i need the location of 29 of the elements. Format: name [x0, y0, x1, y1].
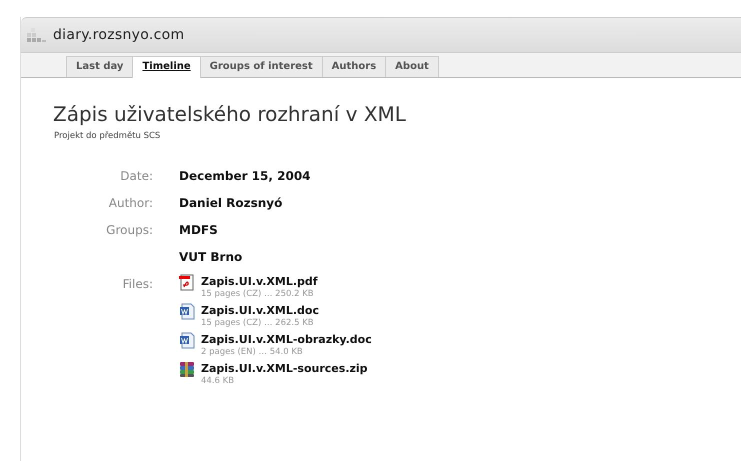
nav-tab[interactable]: Authors [322, 56, 386, 77]
field-value: Daniel Rozsnyó [179, 194, 284, 212]
nav-tab[interactable]: Timeline [132, 56, 201, 78]
file-link[interactable]: Zapis.UI.v.XML-sources.zip [201, 360, 368, 376]
site-title[interactable]: diary.rozsnyo.com [53, 24, 184, 46]
document-icon [179, 302, 195, 320]
field-value: December 15, 2004 [179, 168, 312, 185]
field-label: Author: [108, 194, 153, 212]
nav-tab[interactable]: About [385, 56, 439, 77]
field-label: Date: [119, 168, 153, 185]
article-subtitle: Projekt do předmětu SCS [54, 130, 162, 143]
field-value: VUT Brno [179, 248, 244, 266]
document-icon [179, 332, 195, 349]
nav-tab[interactable]: Groups of interest [200, 56, 323, 77]
file-info: 2 pages (EN) … 54.0 KB [201, 346, 304, 358]
file-link[interactable]: Zapis.UI.v.XML-obrazky.doc [201, 332, 372, 347]
file-info: 44.6 KB [201, 376, 236, 387]
file-link[interactable]: Zapis.UI.v.XML.doc [201, 302, 319, 318]
file-link[interactable]: Zapis.UI.v.XML.pdf [201, 274, 318, 289]
archive-icon [179, 360, 195, 378]
field-label: Files: [122, 276, 153, 293]
article-title: Zápis uživatelského rozhraní v XML [53, 101, 407, 127]
nav-tab[interactable]: Last day [66, 56, 134, 77]
logo-icon [27, 28, 47, 42]
field-value: MDFS [179, 222, 219, 239]
pdf-file-icon [179, 274, 195, 291]
field-label: Groups: [105, 222, 153, 239]
file-info: 15 pages (CZ) … 262.5 KB [201, 318, 315, 329]
file-info: 15 pages (CZ) … 250.2 KB [201, 288, 315, 300]
